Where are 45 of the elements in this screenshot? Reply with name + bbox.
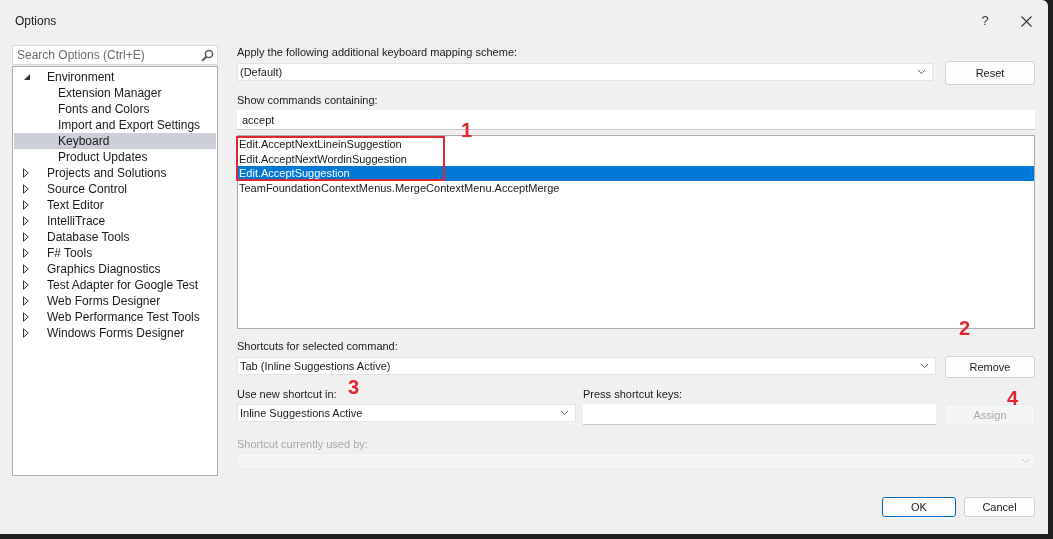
tree-item[interactable]: Fonts and Colors (14, 101, 216, 117)
command-item[interactable]: Edit.AcceptSuggestion (238, 166, 1034, 181)
chevron-down-icon (917, 69, 926, 75)
command-item[interactable]: TeamFoundationContextMenus.MergeContextMenu.AcceptMerge (238, 180, 1034, 195)
expanded-triangle-icon[interactable] (23, 73, 31, 81)
remove-button[interactable]: Remove (945, 356, 1035, 378)
callout-number: 2 (959, 316, 971, 340)
tree-item[interactable]: Extension Manager (14, 85, 216, 101)
tree-item[interactable]: Projects and Solutions (14, 165, 216, 181)
window-title: Options (15, 13, 57, 30)
shortcuts-dropdown[interactable]: Tab (Inline Suggestions Active) (237, 357, 936, 375)
callout-number: 3 (348, 375, 360, 399)
tree-item[interactable]: Keyboard (14, 133, 216, 149)
tree-item[interactable]: Import and Export Settings (14, 117, 216, 133)
search-field[interactable]: Search Options (Ctrl+E) (12, 45, 218, 65)
cancel-button[interactable]: Cancel (964, 497, 1035, 517)
tree-item[interactable]: Web Performance Test Tools (14, 309, 216, 325)
tree-item[interactable]: Environment (14, 69, 216, 85)
chevron-down-icon (920, 363, 929, 369)
tree-item[interactable]: Graphics Diagnostics (14, 261, 216, 277)
help-button[interactable]: ? (975, 11, 995, 31)
tree-item[interactable]: Text Editor (14, 197, 216, 213)
chevron-down-icon (1021, 458, 1030, 464)
tree-item[interactable]: IntelliTrace (14, 213, 216, 229)
field-label: Press shortcut keys: (583, 387, 683, 401)
tree-item[interactable]: Windows Forms Designer (14, 325, 216, 341)
shortcut-keys-field[interactable] (583, 404, 936, 425)
tree-item[interactable]: Product Updates (14, 149, 216, 165)
tree-item[interactable]: Web Forms Designer (14, 293, 216, 309)
field-label: Show commands containing: (237, 93, 379, 107)
field-label: Shortcuts for selected command: (237, 339, 399, 353)
reset-button[interactable]: Reset (945, 61, 1035, 85)
field-label: Shortcut currently used by: (237, 437, 369, 451)
tree-item[interactable]: Test Adapter for Google Test (14, 277, 216, 293)
tree-item[interactable]: F# Tools (14, 245, 216, 261)
search-icon[interactable] (201, 48, 214, 62)
scope-dropdown[interactable]: Inline Suggestions Active (237, 404, 576, 422)
scheme-dropdown[interactable]: (Default) (237, 63, 933, 81)
command-item[interactable]: Edit.AcceptNextWordinSuggestion (238, 151, 1034, 166)
chevron-down-icon (560, 410, 569, 416)
field-label: Apply the following additional keyboard mapping scheme: (237, 45, 519, 59)
tree-item[interactable]: Database Tools (14, 229, 216, 245)
close-icon[interactable] (1021, 15, 1032, 27)
tree-item[interactable]: Source Control (14, 181, 216, 197)
ok-button[interactable]: OK (882, 497, 956, 517)
